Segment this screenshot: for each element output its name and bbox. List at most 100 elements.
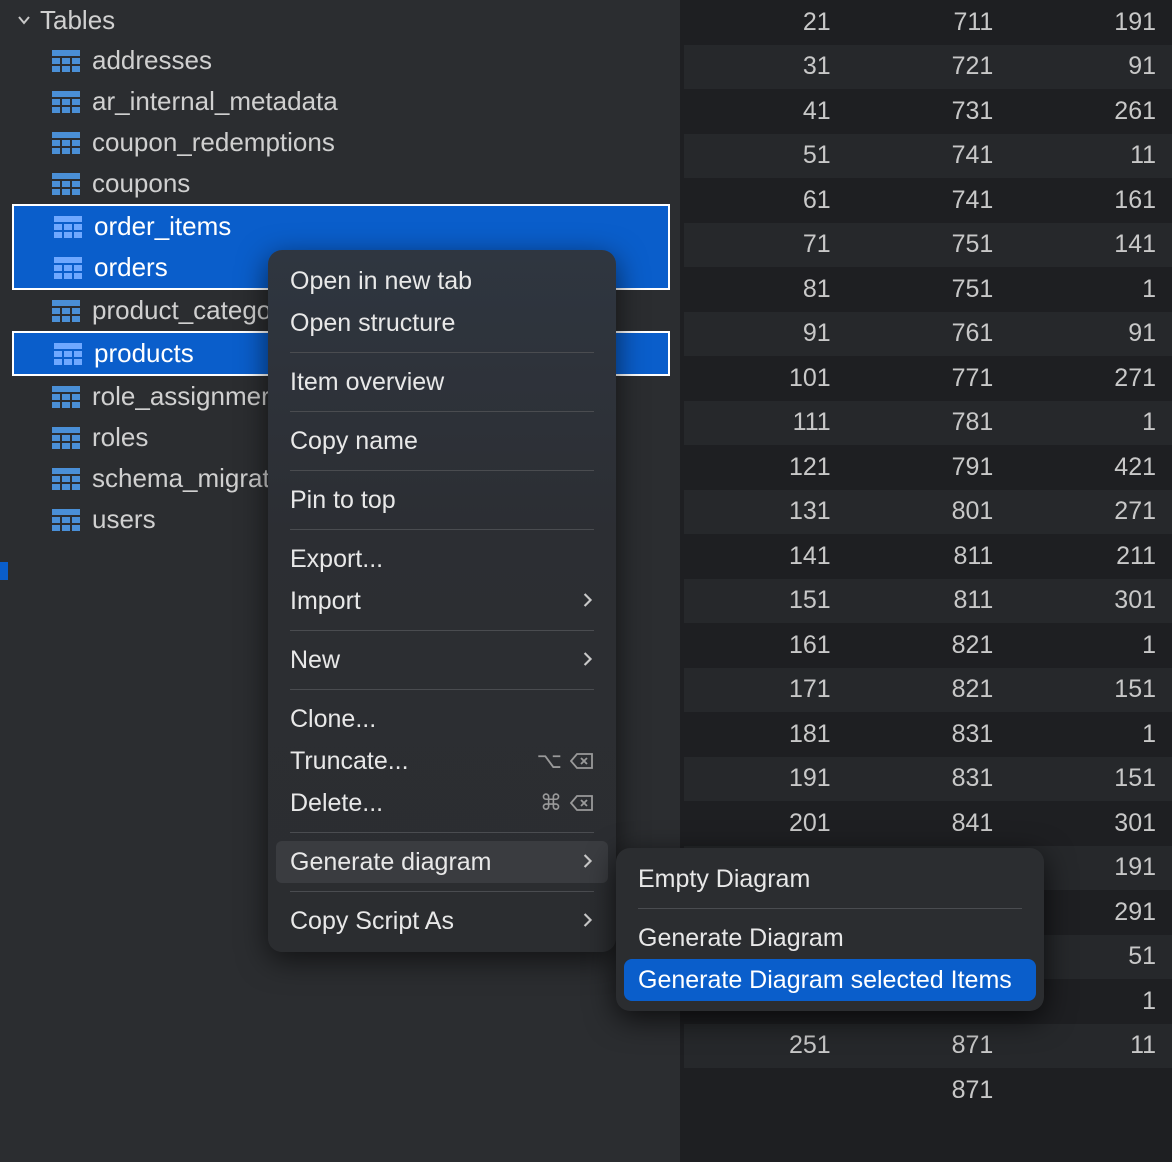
menu-item-new[interactable]: New <box>268 639 616 681</box>
data-row[interactable]: 25187111 <box>684 1024 1172 1069</box>
data-row[interactable]: 121791421 <box>684 445 1172 490</box>
menu-item-label: Clone... <box>290 705 376 734</box>
menu-separator <box>290 470 594 471</box>
data-row[interactable]: 201841301 <box>684 801 1172 846</box>
submenu-generate-diagram: Empty Diagram Generate DiagramGenerate Di… <box>616 848 1044 1011</box>
menu-item-label: Import <box>290 587 361 616</box>
data-row[interactable]: 817511 <box>684 267 1172 312</box>
data-row[interactable]: 1618211 <box>684 623 1172 668</box>
data-row[interactable]: 191831151 <box>684 757 1172 802</box>
chevron-right-icon <box>582 848 594 877</box>
data-cell: 21 <box>684 8 847 37</box>
submenu-item-empty-diagram[interactable]: Empty Diagram <box>616 858 1044 900</box>
menu-item-copy-script-as[interactable]: Copy Script As <box>268 900 616 942</box>
data-row[interactable]: 41731261 <box>684 89 1172 134</box>
menu-item-truncate-[interactable]: Truncate...⌥ <box>268 740 616 782</box>
menu-item-copy-name[interactable]: Copy name <box>268 420 616 462</box>
data-cell: 1 <box>1009 408 1172 437</box>
folder-tables[interactable]: Tables <box>0 0 680 40</box>
menu-separator <box>290 630 594 631</box>
chevron-right-icon <box>582 646 594 675</box>
table-ar_internal_metadata[interactable]: ar_internal_metadata <box>0 81 680 122</box>
table-coupon_redemptions[interactable]: coupon_redemptions <box>0 122 680 163</box>
menu-item-generate-diagram[interactable]: Generate diagram <box>276 841 608 883</box>
menu-item-label: Delete... <box>290 789 383 818</box>
table-label: order_items <box>94 211 231 242</box>
menu-item-delete-[interactable]: Delete...⌘ <box>268 782 616 824</box>
menu-item-label: Copy Script As <box>290 907 454 936</box>
data-cell: 41 <box>684 97 847 126</box>
menu-item-clone-[interactable]: Clone... <box>268 698 616 740</box>
data-row[interactable]: 871 <box>684 1068 1172 1113</box>
data-cell: 151 <box>1009 764 1172 793</box>
data-cell: 261 <box>1009 97 1172 126</box>
data-cell: 1 <box>1009 631 1172 660</box>
data-row[interactable]: 21711191 <box>684 0 1172 45</box>
table-order_items[interactable]: order_items <box>14 206 668 247</box>
table-icon <box>52 132 80 154</box>
menu-item-label: New <box>290 646 340 675</box>
menu-item-open-structure[interactable]: Open structure <box>268 302 616 344</box>
menu-item-label: Truncate... <box>290 747 409 776</box>
data-cell: 801 <box>847 497 1010 526</box>
folder-label: Tables <box>40 5 115 36</box>
data-cell: 721 <box>847 52 1010 81</box>
menu-item-pin-to-top[interactable]: Pin to top <box>268 479 616 521</box>
submenu-item-generate-diagram-selected-items[interactable]: Generate Diagram selected Items <box>624 959 1036 1001</box>
data-cell: 251 <box>684 1031 847 1060</box>
menu-separator <box>638 908 1022 909</box>
data-cell: 761 <box>847 319 1010 348</box>
data-cell: 191 <box>1009 8 1172 37</box>
table-icon <box>54 343 82 365</box>
menu-item-item-overview[interactable]: Item overview <box>268 361 616 403</box>
data-row[interactable]: 9176191 <box>684 312 1172 357</box>
table-icon <box>54 257 82 279</box>
table-label: role_assignmer <box>92 381 270 412</box>
table-coupons[interactable]: coupons <box>0 163 680 204</box>
data-row[interactable]: 3172191 <box>684 45 1172 90</box>
data-row[interactable]: 151811301 <box>684 579 1172 624</box>
data-row[interactable]: 1117811 <box>684 401 1172 446</box>
data-row[interactable]: 71751141 <box>684 223 1172 268</box>
selection-marker <box>0 562 8 580</box>
table-label: ar_internal_metadata <box>92 86 338 117</box>
menu-item-import[interactable]: Import <box>268 580 616 622</box>
data-row[interactable]: 61741161 <box>684 178 1172 223</box>
data-row[interactable]: 5174111 <box>684 134 1172 179</box>
menu-item-open-in-new-tab[interactable]: Open in new tab <box>268 260 616 302</box>
data-cell: 111 <box>684 408 847 437</box>
context-menu: Open in new tab Open structure Item overvi… <box>268 250 616 952</box>
table-addresses[interactable]: addresses <box>0 40 680 81</box>
data-cell: 741 <box>847 186 1010 215</box>
table-label: orders <box>94 252 168 283</box>
data-cell: 1 <box>1009 275 1172 304</box>
table-label: schema_migrat <box>92 463 270 494</box>
data-row[interactable]: 171821151 <box>684 668 1172 713</box>
data-cell: 151 <box>684 586 847 615</box>
data-cell: 211 <box>1009 542 1172 571</box>
submenu-item-generate-diagram[interactable]: Generate Diagram <box>616 917 1044 959</box>
data-cell: 131 <box>684 497 847 526</box>
data-cell: 91 <box>1009 319 1172 348</box>
data-cell: 841 <box>847 809 1010 838</box>
data-cell: 101 <box>684 364 847 393</box>
data-row[interactable]: 101771271 <box>684 356 1172 401</box>
menu-item-export-[interactable]: Export... <box>268 538 616 580</box>
chevron-right-icon <box>582 907 594 936</box>
data-cell: 741 <box>847 141 1010 170</box>
data-cell: 171 <box>684 675 847 704</box>
data-cell: 201 <box>684 809 847 838</box>
data-cell: 301 <box>1009 809 1172 838</box>
backspace-icon <box>570 752 594 770</box>
menu-separator <box>290 832 594 833</box>
menu-item-label: Copy name <box>290 427 418 456</box>
data-cell: 301 <box>1009 586 1172 615</box>
menu-item-label: Open in new tab <box>290 267 472 296</box>
data-cell: 151 <box>1009 675 1172 704</box>
data-row[interactable]: 141811211 <box>684 534 1172 579</box>
data-row[interactable]: 131801271 <box>684 490 1172 535</box>
menu-item-label: Open structure <box>290 309 455 338</box>
data-cell: 91 <box>684 319 847 348</box>
chevron-down-icon <box>14 10 34 30</box>
data-row[interactable]: 1818311 <box>684 712 1172 757</box>
